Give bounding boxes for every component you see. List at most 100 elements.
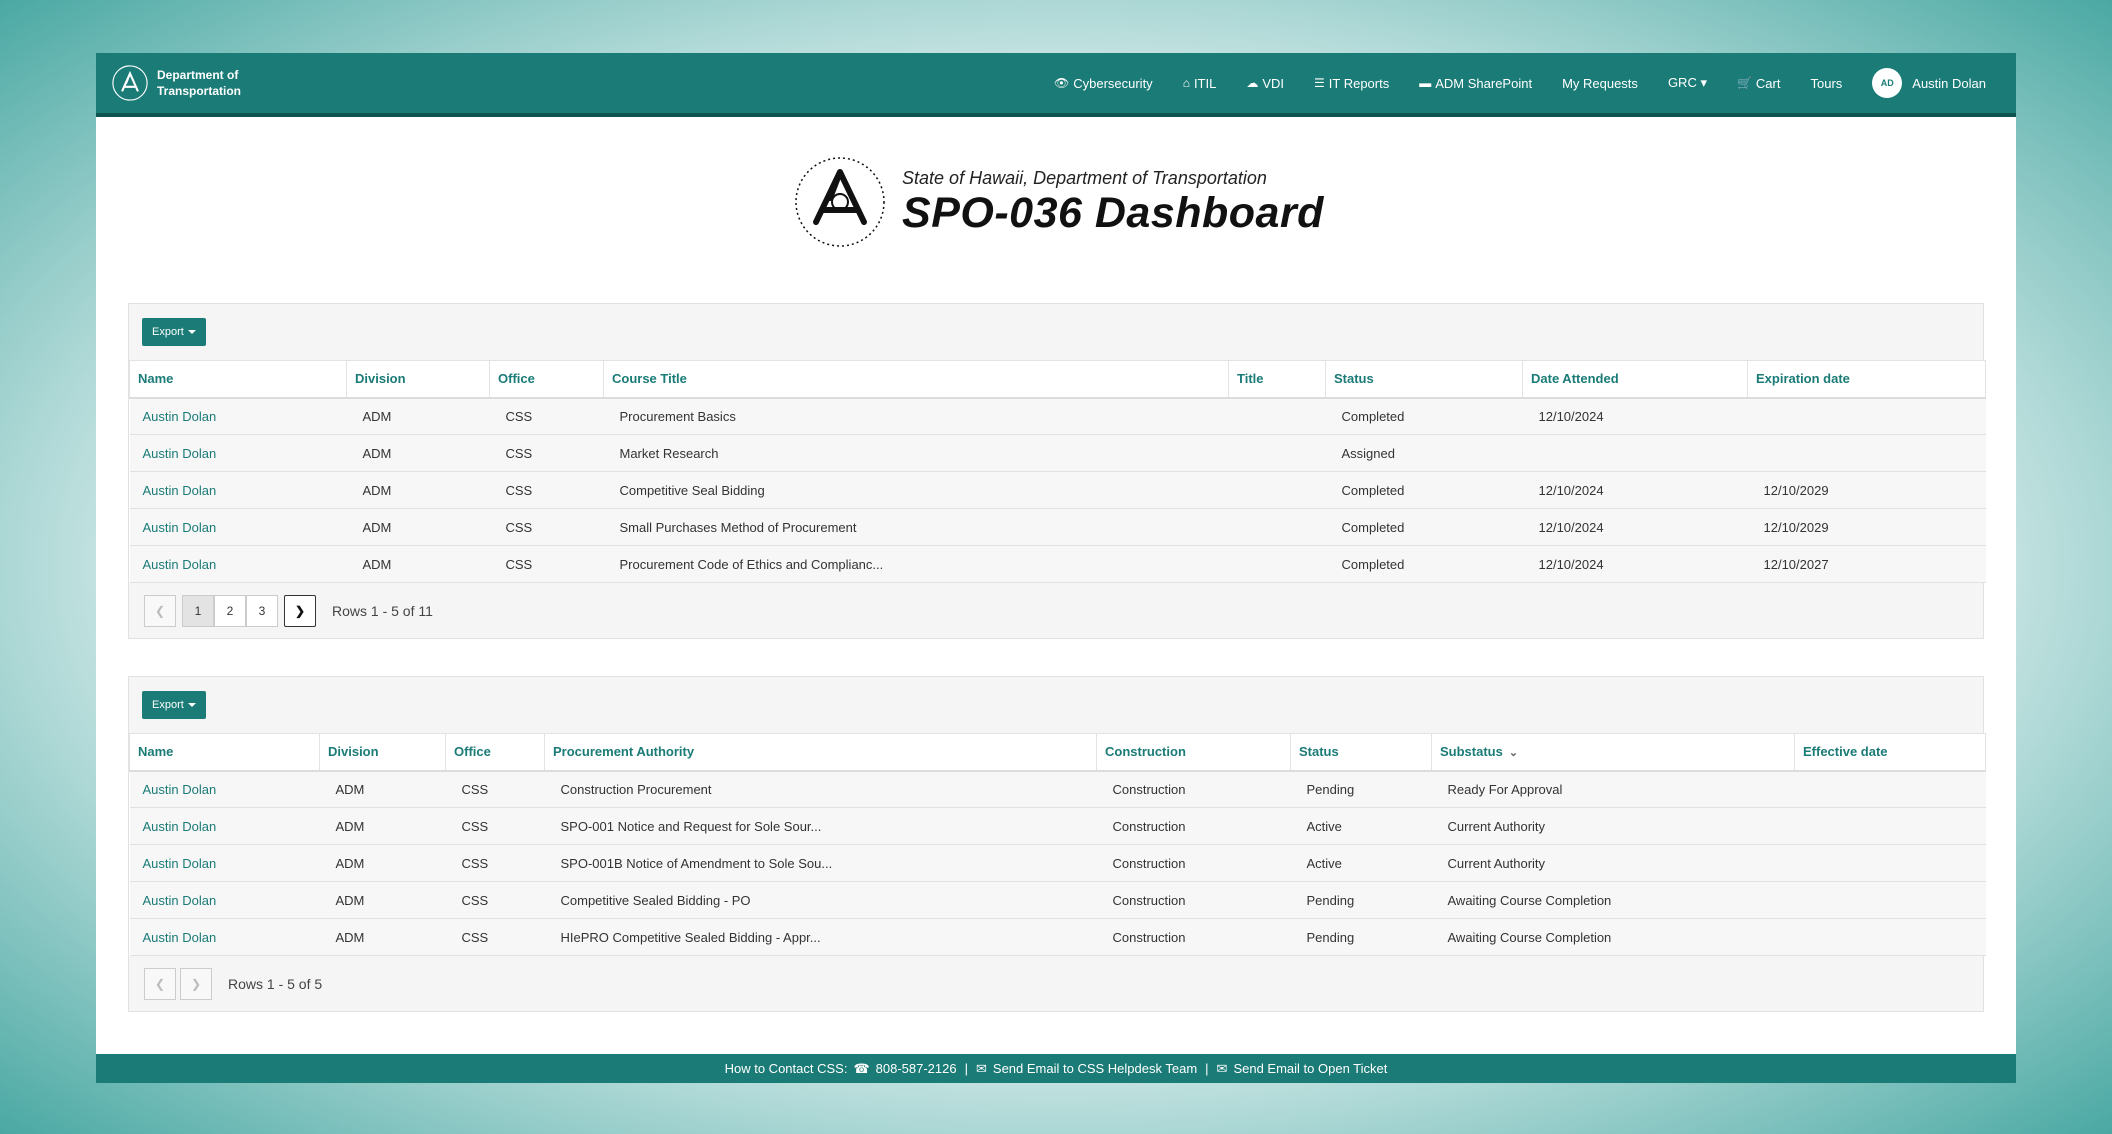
nav-item-cybersecurity[interactable]: 👁 Cybersecurity [1039,76,1168,91]
cell-name-link[interactable]: Austin Dolan [129,881,320,919]
chevron-left-icon: ❮ [154,976,166,991]
eye-icon: 👁 [1053,76,1070,90]
rows-info: Rows 1 - 5 of 5 [228,975,323,992]
cell-construction: Construction [1096,918,1291,956]
col-division[interactable]: Division [346,360,490,399]
nav-label: My Requests [1562,75,1638,91]
nav-item-itil[interactable]: ⌂ ITIL [1168,76,1232,91]
col-procurement-authority[interactable]: Procurement Authority [544,733,1097,772]
cell-name-link[interactable]: Austin Dolan [129,807,320,845]
cell-office: CSS [445,807,545,845]
authority-toolbar: Export [129,677,1983,733]
nav-label: Cybersecurity [1073,75,1153,91]
col-date-attended[interactable]: Date Attended [1522,360,1748,399]
cell-title [1228,471,1326,509]
app-window: Department of Transportation 👁 Cybersecu… [96,53,2016,1083]
cell-substatus: Current Authority [1431,844,1795,882]
list-icon: ☰ [1314,76,1325,90]
table-row: Austin Dolan ADM CSS Construction Procur… [129,770,1986,808]
separator: | [964,1061,968,1076]
col-division[interactable]: Division [319,733,446,772]
next-page-button[interactable]: ❯ [284,594,316,627]
authority-export-button[interactable]: Export [142,691,206,719]
page-subtitle: State of Hawaii, Department of Transport… [902,167,1267,188]
nav-item-it-reports[interactable]: ☰ IT Reports [1299,76,1404,91]
col-expiration-date[interactable]: Expiration date [1747,360,1986,399]
col-office[interactable]: Office [445,733,545,772]
export-label: Export [152,326,184,338]
table-row: Austin Dolan ADM CSS Small Purchases Met… [129,508,1986,546]
nav-item-vdi[interactable]: ☁ VDI [1231,76,1299,91]
cell-status: Active [1290,807,1432,845]
cell-effective-date [1794,881,1986,919]
dot-logo-icon [112,65,148,101]
cell-division: ADM [319,844,446,882]
user-menu[interactable]: AD Austin Dolan [1857,68,2001,98]
nav-label: GRC ▾ [1667,75,1707,90]
courses-export-button[interactable]: Export [142,318,206,346]
page-header: State of Hawaii, Department of Transport… [96,117,2016,277]
next-page-button[interactable]: ❯ [180,967,212,1000]
export-label: Export [152,699,184,711]
cell-effective-date [1794,770,1986,808]
authority-panel: Export Name Division Office Procurement … [128,676,1986,1012]
cell-office: CSS [489,434,604,472]
cell-division: ADM [346,508,490,546]
cell-name-link[interactable]: Austin Dolan [129,770,320,808]
email-helpdesk-link[interactable]: Send Email to CSS Helpdesk Team [993,1061,1197,1076]
page-button-3[interactable]: 3 [246,594,278,627]
phone-number[interactable]: 808-587-2126 [876,1061,957,1076]
brand[interactable]: Department of Transportation [111,64,241,102]
authority-table: Name Division Office Procurement Authori… [129,733,1986,956]
col-status[interactable]: Status [1325,360,1523,399]
courses-toolbar: Export [129,304,1983,360]
cell-name-link[interactable]: Austin Dolan [129,471,347,509]
col-title[interactable]: Title [1228,360,1326,399]
table-row: Austin Dolan ADM CSS Market Research Ass… [129,434,1986,472]
top-navbar: Department of Transportation 👁 Cybersecu… [96,53,2016,117]
nav-label: Cart [1755,75,1781,91]
envelope-icon: ✉ [1216,1060,1228,1076]
col-name[interactable]: Name [129,360,347,399]
courses-table: Name Division Office Course Title Title … [129,360,1986,583]
nav-item-cart[interactable]: 🛒 Cart [1722,76,1796,91]
page-button-2[interactable]: 2 [214,594,246,627]
cell-construction: Construction [1096,807,1291,845]
col-construction[interactable]: Construction [1096,733,1291,772]
rows-info: Rows 1 - 5 of 11 [332,602,433,619]
email-ticket-link[interactable]: Send Email to Open Ticket [1233,1061,1387,1076]
cell-name-link[interactable]: Austin Dolan [129,508,347,546]
cell-course-title: Procurement Basics [603,397,1229,435]
col-status[interactable]: Status [1290,733,1432,772]
nav-item-adm-sharepoint[interactable]: ▬ ADM SharePoint [1404,76,1547,91]
contact-label: How to Contact CSS: [724,1061,848,1076]
cell-status: Pending [1290,881,1432,919]
cell-name-link[interactable]: Austin Dolan [129,397,347,435]
cell-name-link[interactable]: Austin Dolan [129,918,320,956]
cell-name-link[interactable]: Austin Dolan [129,844,320,882]
col-course-title[interactable]: Course Title [603,360,1229,399]
cell-name-link[interactable]: Austin Dolan [129,434,347,472]
cell-office: CSS [489,471,604,509]
col-office[interactable]: Office [489,360,604,399]
col-substatus[interactable]: Substatus ⌄ [1431,733,1795,772]
cell-division: ADM [319,918,446,956]
prev-page-button[interactable]: ❮ [144,967,176,1000]
cell-substatus: Awaiting Course Completion [1431,881,1795,919]
folder-icon: ▬ [1419,76,1432,90]
table-row: Austin Dolan ADM CSS SPO-001B Notice of … [129,844,1986,882]
courses-header-row: Name Division Office Course Title Title … [129,360,1986,399]
nav-item-my-requests[interactable]: My Requests [1547,76,1653,91]
cell-construction: Construction [1096,881,1291,919]
cell-status: Completed [1325,397,1523,435]
nav-item-grc-dropdown[interactable]: GRC ▾ [1653,75,1722,91]
prev-page-button[interactable]: ❮ [144,594,176,627]
col-effective-date[interactable]: Effective date [1794,733,1986,772]
cell-expiration-date [1747,397,1986,435]
col-name[interactable]: Name [129,733,320,772]
cell-name-link[interactable]: Austin Dolan [129,545,347,583]
cell-title [1228,397,1326,435]
page-button-1[interactable]: 1 [182,594,214,627]
nav-item-tours[interactable]: Tours [1795,76,1857,91]
page-title: SPO-036 Dashboard [902,188,1324,237]
